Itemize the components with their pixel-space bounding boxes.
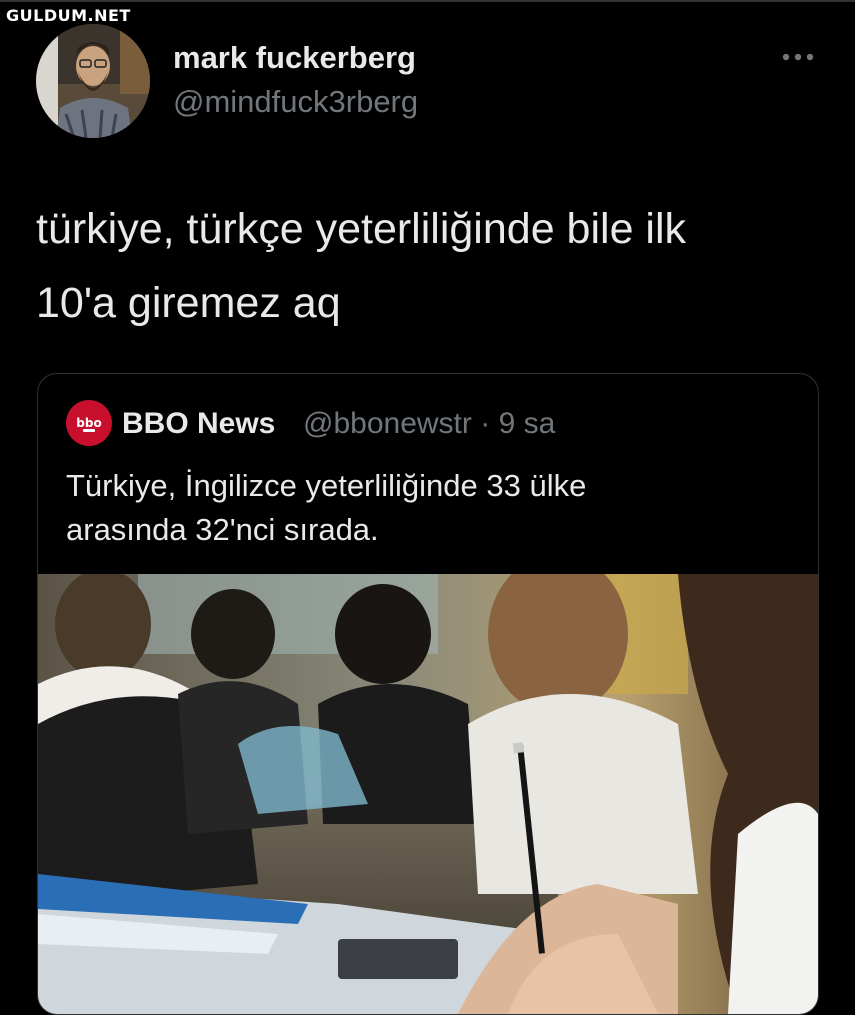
- classroom-exam-photo: [38, 554, 818, 1014]
- quoted-tweet-card[interactable]: bbo BBO News @bbonewstr · 9 sa Türkiye, …: [37, 373, 819, 1015]
- quoted-text-line: arasında 32'nci sırada.: [66, 512, 379, 547]
- more-horizontal-icon: [782, 53, 814, 61]
- meta-separator: ·: [480, 407, 491, 440]
- top-divider: [0, 0, 855, 2]
- bbo-logo-icon: bbo: [76, 416, 102, 432]
- quoted-tweet-image[interactable]: [38, 554, 818, 1014]
- avatar[interactable]: [36, 24, 150, 138]
- author-handle[interactable]: @mindfuck3rberg: [173, 84, 418, 120]
- quoted-tweet-text: Türkiye, İngilizce yeterliliğinde 33 ülk…: [66, 464, 786, 552]
- watermark-logo: GULDUM.NET: [6, 6, 131, 25]
- tweet-text-line: 10'a giremez aq: [36, 279, 341, 327]
- tweet-text-line: türkiye, türkçe yeterliliğinde bile ilk: [36, 205, 687, 253]
- quoted-author-name[interactable]: BBO News: [122, 407, 275, 441]
- quoted-author-handle[interactable]: @bbonewstr: [303, 407, 472, 440]
- svg-text:bbo: bbo: [76, 416, 101, 430]
- quoted-meta: @bbonewstr · 9 sa: [303, 407, 555, 441]
- quoted-timestamp[interactable]: 9 sa: [499, 407, 556, 440]
- quoted-text-line: Türkiye, İngilizce yeterliliğinde 33 ülk…: [66, 468, 587, 503]
- bbo-news-avatar[interactable]: bbo: [66, 400, 112, 446]
- more-options-button[interactable]: [774, 42, 822, 72]
- tweet-text: türkiye, türkçe yeterliliğinde bile ilk …: [36, 192, 826, 340]
- author-display-name[interactable]: mark fuckerberg: [173, 40, 416, 76]
- avatar-image: [36, 24, 150, 138]
